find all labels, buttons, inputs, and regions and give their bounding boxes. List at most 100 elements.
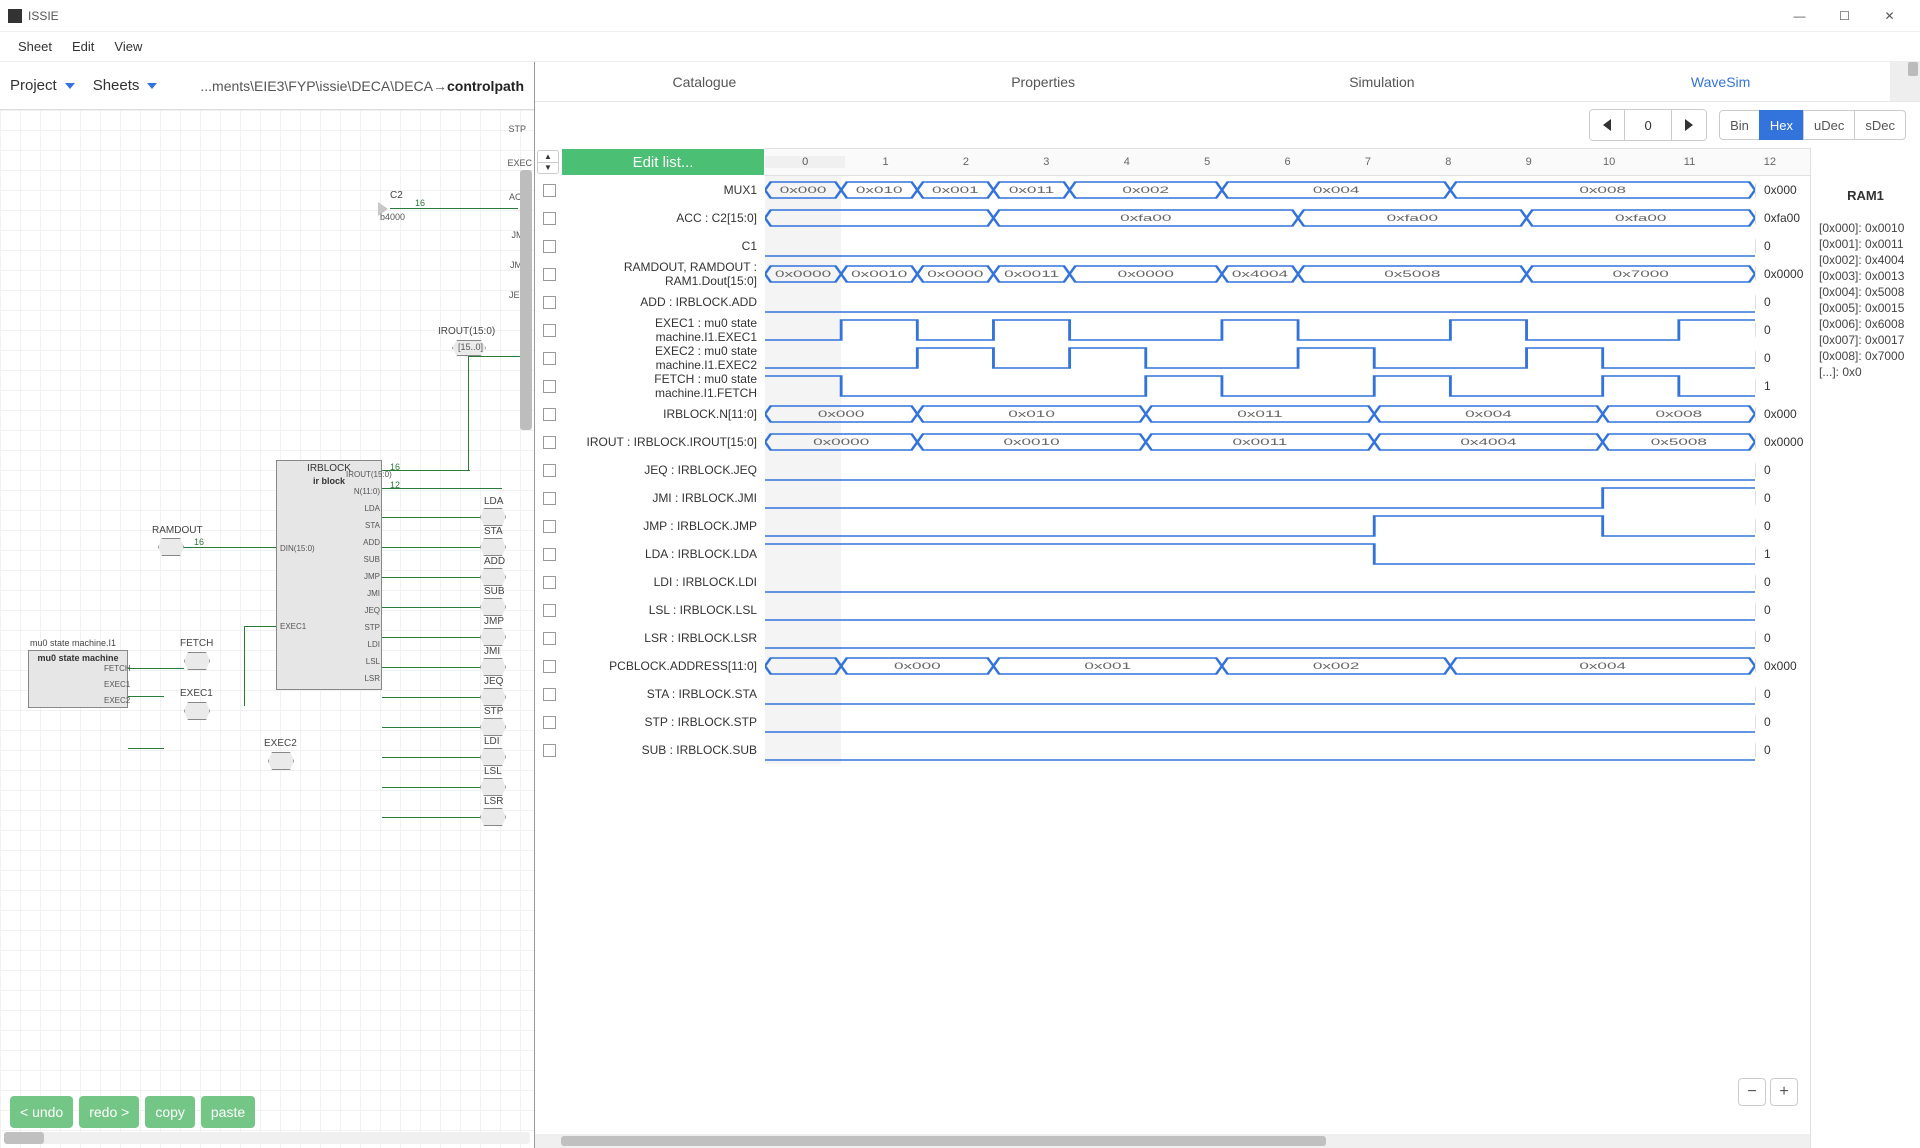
waveform[interactable] [765, 512, 1755, 540]
waveform[interactable] [765, 232, 1755, 260]
waveform[interactable]: 0x0000x0010x0020x004 [765, 652, 1755, 680]
waveform[interactable] [765, 624, 1755, 652]
canvas-vscroll[interactable] [520, 170, 532, 430]
output-node-lsl[interactable] [480, 778, 506, 796]
wave-checkbox[interactable] [535, 464, 563, 477]
wave-checkbox[interactable] [535, 576, 563, 589]
state-node-exec2[interactable] [268, 752, 294, 770]
move-up-button[interactable]: ▲ [538, 151, 558, 163]
waveform[interactable] [765, 680, 1755, 708]
tab-catalogue[interactable]: Catalogue [535, 62, 874, 101]
maximize-button[interactable]: ☐ [1822, 1, 1867, 31]
tick[interactable]: 1 [845, 156, 925, 168]
minimize-button[interactable]: — [1777, 1, 1822, 31]
tick[interactable]: 0 [765, 156, 845, 168]
output-node-add[interactable] [480, 568, 506, 586]
wave-checkbox[interactable] [535, 660, 563, 673]
waveform[interactable] [765, 596, 1755, 624]
step-back-button[interactable] [1590, 110, 1624, 140]
wave-checkbox[interactable] [535, 492, 563, 505]
output-node-sta[interactable] [480, 538, 506, 556]
tick[interactable]: 8 [1408, 156, 1488, 168]
wave-checkbox[interactable] [535, 212, 563, 225]
waveform[interactable] [765, 568, 1755, 596]
waveform[interactable] [765, 456, 1755, 484]
tab-properties[interactable]: Properties [874, 62, 1213, 101]
waveform[interactable]: 0x0000x0100x0110x0040x008 [765, 400, 1755, 428]
zoom-out-button[interactable]: − [1738, 1078, 1766, 1106]
waveform[interactable] [765, 288, 1755, 316]
wave-checkbox[interactable] [535, 520, 563, 533]
step-value[interactable]: 0 [1624, 110, 1672, 140]
waveform[interactable] [765, 344, 1755, 372]
paste-button[interactable]: paste [201, 1096, 255, 1128]
tick[interactable]: 5 [1167, 156, 1247, 168]
tick[interactable]: 4 [1087, 156, 1167, 168]
output-node-jmp[interactable] [480, 628, 506, 646]
output-node-jeq[interactable] [480, 688, 506, 706]
tick[interactable]: 2 [926, 156, 1006, 168]
wave-checkbox[interactable] [535, 744, 563, 757]
wave-checkbox[interactable] [535, 240, 563, 253]
wave-checkbox[interactable] [535, 716, 563, 729]
wave-checkbox[interactable] [535, 436, 563, 449]
radix-udec[interactable]: uDec [1803, 110, 1855, 140]
output-node-lsr[interactable] [480, 808, 506, 826]
waveform[interactable] [765, 316, 1755, 344]
radix-hex[interactable]: Hex [1759, 110, 1804, 140]
wave-checkbox[interactable] [535, 380, 563, 393]
output-node-jmi[interactable] [480, 658, 506, 676]
edit-list-button[interactable]: Edit list... [562, 149, 764, 175]
wave-checkbox[interactable] [535, 604, 563, 617]
waveform[interactable]: 0x00000x00100x00000x00110x00000x40040x50… [765, 260, 1755, 288]
menu-view[interactable]: View [104, 35, 152, 58]
copy-button[interactable]: copy [145, 1096, 195, 1128]
wave-checkbox[interactable] [535, 548, 563, 561]
project-dropdown[interactable]: Project [10, 77, 75, 94]
waveform[interactable]: 0x00000x00100x00110x40040x5008 [765, 428, 1755, 456]
wave-checkbox[interactable] [535, 352, 563, 365]
wave-checkbox[interactable] [535, 632, 563, 645]
tick[interactable]: 10 [1569, 156, 1649, 168]
redo-button[interactable]: redo > [79, 1096, 139, 1128]
menu-sheet[interactable]: Sheet [8, 35, 62, 58]
radix-sdec[interactable]: sDec [1854, 110, 1906, 140]
tab-simulation[interactable]: Simulation [1213, 62, 1552, 101]
radix-bin[interactable]: Bin [1719, 110, 1760, 140]
waveform[interactable] [765, 540, 1755, 568]
wave-checkbox[interactable] [535, 268, 563, 281]
sheets-dropdown[interactable]: Sheets [93, 77, 158, 94]
move-down-button[interactable]: ▼ [538, 163, 558, 174]
wave-hscroll[interactable] [535, 1134, 1810, 1148]
tick[interactable]: 9 [1489, 156, 1569, 168]
canvas-hscroll[interactable] [4, 1132, 530, 1144]
tick[interactable]: 12 [1730, 156, 1810, 168]
tab-wavesim[interactable]: WaveSim [1551, 62, 1890, 101]
ramdout-node[interactable] [158, 538, 184, 556]
wave-checkbox[interactable] [535, 184, 563, 197]
output-node-lda[interactable] [480, 508, 506, 526]
close-button[interactable]: ✕ [1867, 1, 1912, 31]
undo-button[interactable]: < undo [10, 1096, 73, 1128]
wave-checkbox[interactable] [535, 408, 563, 421]
tick[interactable]: 11 [1649, 156, 1729, 168]
right-vscroll[interactable] [1908, 62, 1918, 76]
output-node-ldi[interactable] [480, 748, 506, 766]
waveform[interactable]: 0x0000x0100x0010x0110x0020x0040x008 [765, 176, 1755, 204]
wave-checkbox[interactable] [535, 296, 563, 309]
waveform[interactable] [765, 372, 1755, 400]
waveform[interactable] [765, 708, 1755, 736]
output-node-sub[interactable] [480, 598, 506, 616]
state-node-exec1[interactable] [184, 702, 210, 720]
waveform[interactable]: 0xfa000xfa000xfa00 [765, 204, 1755, 232]
zoom-in-button[interactable]: + [1770, 1078, 1798, 1106]
tick[interactable]: 3 [1006, 156, 1086, 168]
wave-checkbox[interactable] [535, 324, 563, 337]
waveform[interactable] [765, 484, 1755, 512]
wave-checkbox[interactable] [535, 688, 563, 701]
menu-edit[interactable]: Edit [62, 35, 104, 58]
schematic-canvas[interactable]: STP EXEC ACC JMI JMP JEC C2 b4000 16 IRO… [0, 110, 534, 1148]
step-fwd-button[interactable] [1672, 110, 1706, 140]
output-node-stp[interactable] [480, 718, 506, 736]
state-node-fetch[interactable] [184, 652, 210, 670]
